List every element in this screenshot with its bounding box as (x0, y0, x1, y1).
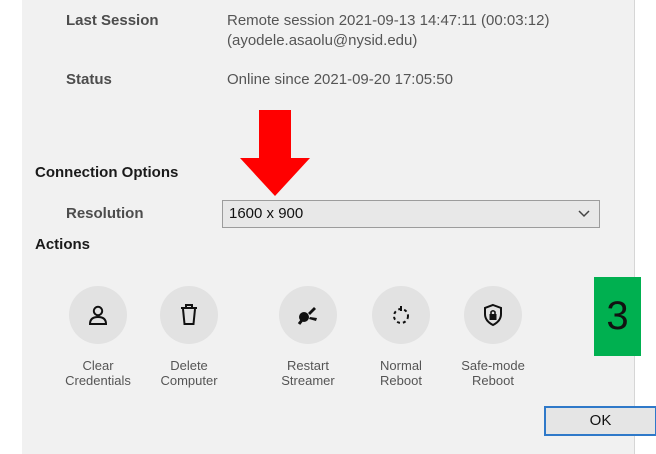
delete-computer-label-line2: Computer (160, 373, 218, 388)
normal-reboot-label-line2: Reboot (380, 373, 422, 388)
step-number-badge: 3 (594, 277, 641, 356)
normal-reboot-button[interactable]: Normal Reboot (361, 286, 441, 388)
restart-streamer-icon (297, 307, 317, 325)
chevron-down-icon (578, 210, 590, 218)
red-arrow-annotation (240, 110, 310, 196)
resolution-select[interactable]: 1600 x 900 (222, 200, 600, 228)
shield-lock-icon (484, 303, 502, 327)
restart-streamer-button[interactable]: Restart Streamer (268, 286, 348, 388)
safe-mode-reboot-label: Safe-mode Reboot (453, 358, 533, 388)
delete-computer-button[interactable]: Delete Computer (149, 286, 229, 388)
connection-options-title: Connection Options (35, 164, 179, 181)
last-session-label: Last Session (66, 12, 159, 29)
resolution-label: Resolution (66, 205, 144, 222)
clear-credentials-label-line2: Credentials (65, 373, 131, 388)
status-value: Online since 2021-09-20 17:05:50 (227, 71, 453, 88)
clear-credentials-circle[interactable] (69, 286, 127, 344)
ok-button[interactable]: OK (544, 406, 656, 436)
safe-mode-reboot-label-line1: Safe-mode (461, 358, 525, 373)
safe-mode-reboot-label-line2: Reboot (472, 373, 514, 388)
delete-computer-label-line1: Delete (170, 358, 208, 373)
safe-mode-reboot-circle[interactable] (464, 286, 522, 344)
restart-streamer-label-line1: Restart (287, 358, 329, 373)
restart-streamer-circle[interactable] (279, 286, 337, 344)
delete-computer-circle[interactable] (160, 286, 218, 344)
last-session-line2: (ayodele.asaolu@nysid.edu) (227, 32, 418, 49)
last-session-value: Remote session 2021-09-13 14:47:11 (00:0… (227, 11, 549, 51)
resolution-value: 1600 x 900 (229, 205, 304, 222)
safe-mode-reboot-button[interactable]: Safe-mode Reboot (453, 286, 533, 388)
normal-reboot-circle[interactable] (372, 286, 430, 344)
normal-reboot-label: Normal Reboot (361, 358, 441, 388)
user-icon (88, 305, 108, 325)
reboot-icon (393, 306, 409, 324)
clear-credentials-label: Clear Credentials (58, 358, 138, 388)
status-label: Status (66, 71, 112, 88)
normal-reboot-label-line1: Normal (380, 358, 422, 373)
restart-streamer-label: Restart Streamer (268, 358, 348, 388)
actions-title: Actions (35, 236, 91, 253)
last-session-line1: Remote session 2021-09-13 14:47:11 (00:0… (227, 12, 550, 29)
clear-credentials-label-line1: Clear (82, 358, 114, 373)
clear-credentials-button[interactable]: Clear Credentials (58, 286, 138, 388)
restart-streamer-label-line2: Streamer (281, 373, 335, 388)
trash-icon (181, 304, 197, 325)
delete-computer-label: Delete Computer (149, 358, 229, 388)
